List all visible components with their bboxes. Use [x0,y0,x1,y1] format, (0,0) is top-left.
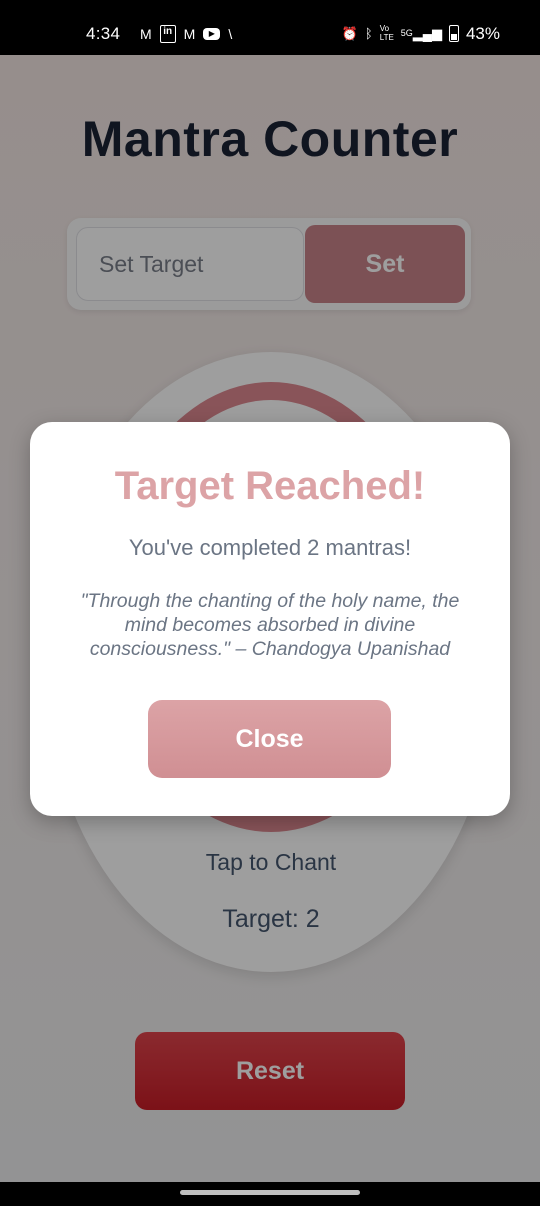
dialog-quote: "Through the chanting of the holy name, … [80,590,460,660]
alarm-icon: ⏰ [341,25,358,41]
linkedin-icon: in [159,25,176,43]
5g-signal-icon: 5G▂▄▆ [400,25,442,41]
battery-percent: 43% [465,23,500,43]
gmail-icon: M [140,26,152,42]
status-time: 4:34 [86,24,121,43]
youtube-icon: ▶ [203,28,221,40]
system-icons: ⏰ ᛒ Vo LTE 5G▂▄▆ 43% [342,24,500,42]
close-button[interactable]: Close [148,700,391,778]
gmail-icon: M [183,26,196,42]
network-type-label: 5G [400,27,413,38]
notification-icons: M in M ▶ \ [140,25,232,43]
dialog-title: Target Reached! [114,464,426,508]
bluetooth-icon: ᛒ [364,25,373,41]
battery-icon [448,24,459,42]
dialog-message: You've completed 2 mantras! [128,535,412,560]
home-indicator[interactable] [180,1190,360,1195]
volte-icon: Vo LTE [379,24,394,42]
x-icon: \ [228,26,233,42]
status-bar: 4:34 M in M ▶ \ ⏰ ᛒ Vo LTE 5G▂▄▆ 43% [0,0,540,55]
target-reached-dialog: Target Reached! You've completed 2 mantr… [30,422,510,816]
navigation-bar [0,1182,540,1206]
